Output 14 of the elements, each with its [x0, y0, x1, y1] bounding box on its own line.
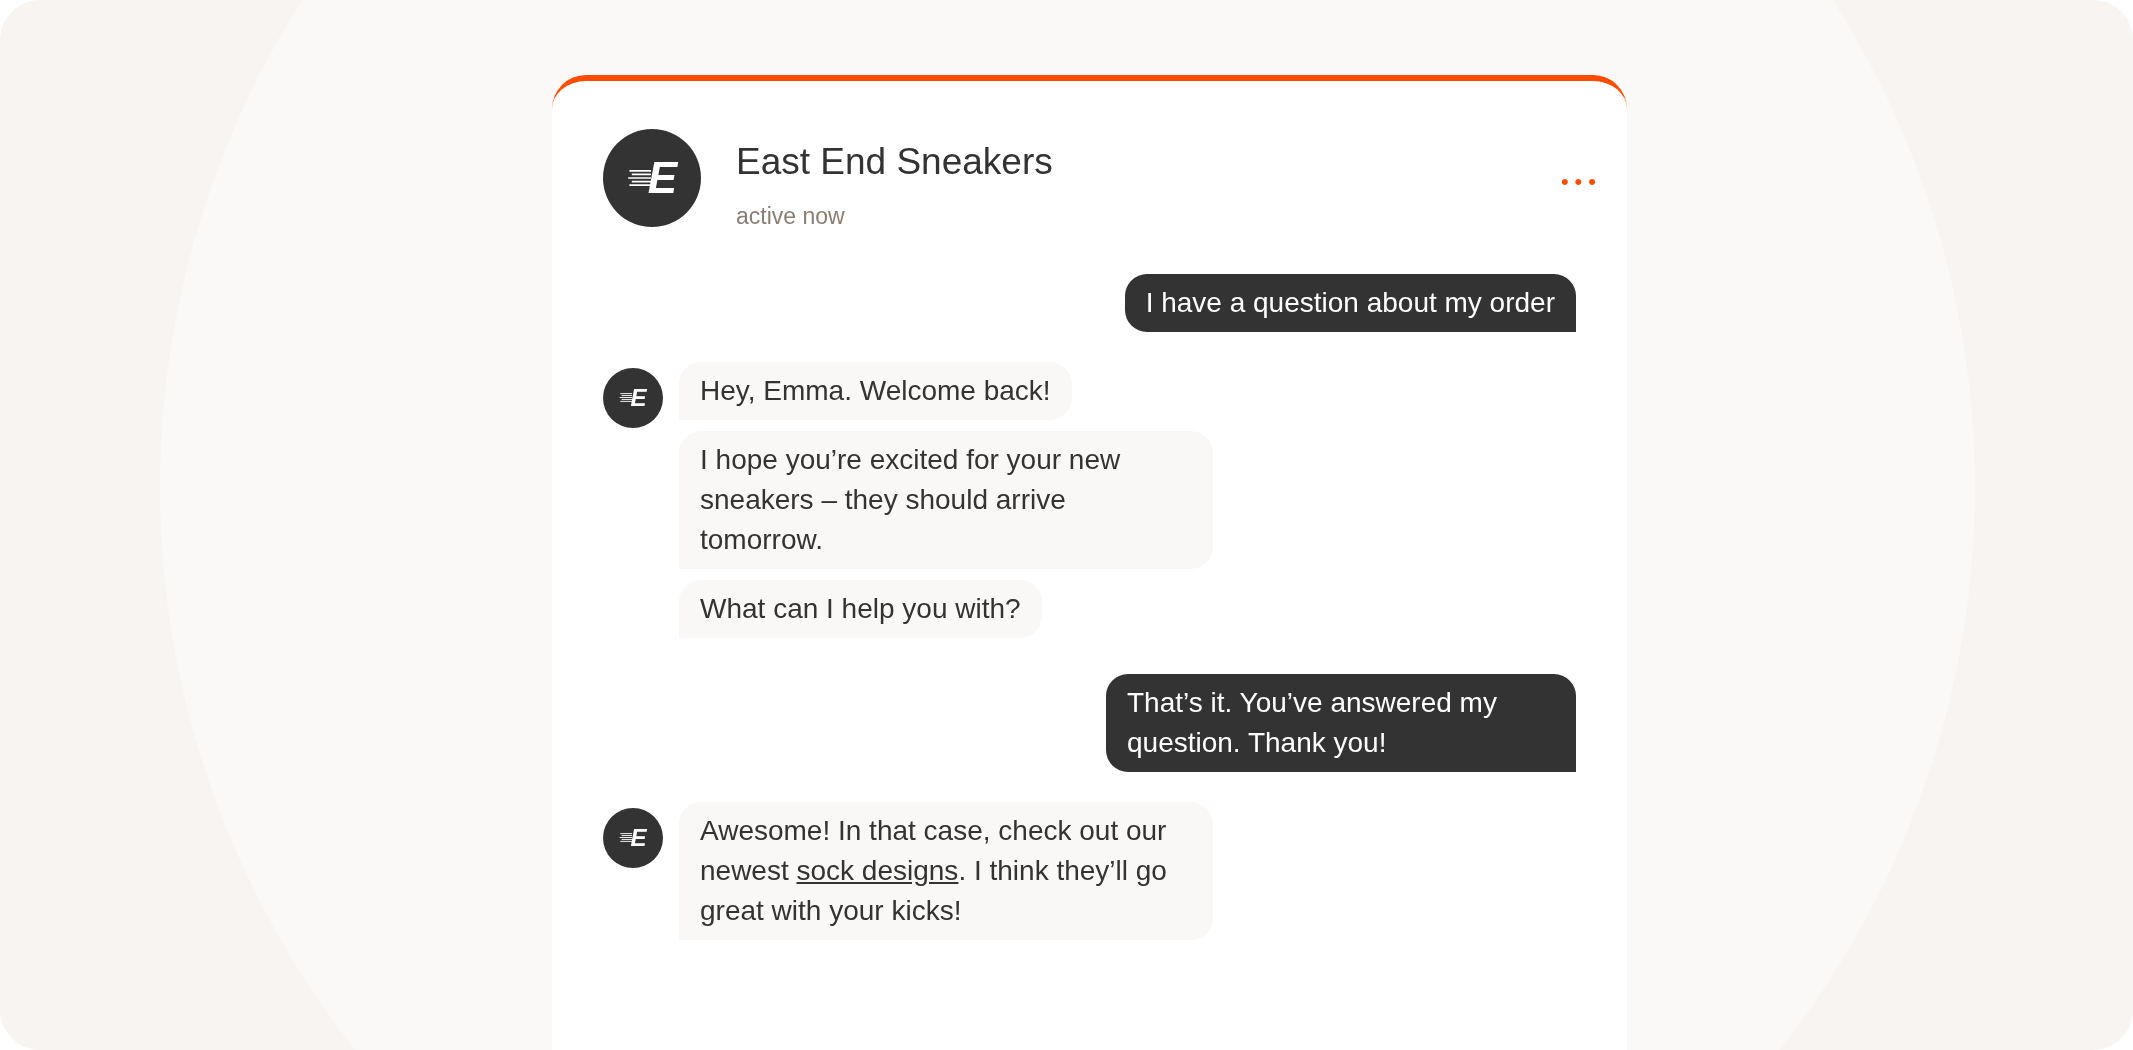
received-message: Hey, Emma. Welcome back! [679, 361, 1072, 420]
speed-lines-icon [619, 392, 633, 404]
chat-title: East End Sneakers [736, 140, 1053, 184]
link[interactable]: sock designs [796, 854, 959, 886]
logo-letter: E [630, 385, 647, 410]
received-message: I hope you’re excited for your new sneakers – they should arrive tomorrow. [679, 430, 1213, 569]
received-message: What can I help you with? [679, 579, 1042, 638]
status-text: active now [736, 202, 846, 232]
logo-letter: E [630, 825, 647, 850]
received-message: Awesome! In that case, check out our newest sock designs. I think they’ll go great with your kicks! [679, 801, 1213, 940]
logo-letter: E [647, 156, 678, 200]
sent-message: That’s it. You’ve answered my question. Thank you! [1106, 673, 1576, 772]
sent-message: I have a question about my order [1124, 273, 1576, 332]
speed-lines-icon [619, 832, 633, 844]
